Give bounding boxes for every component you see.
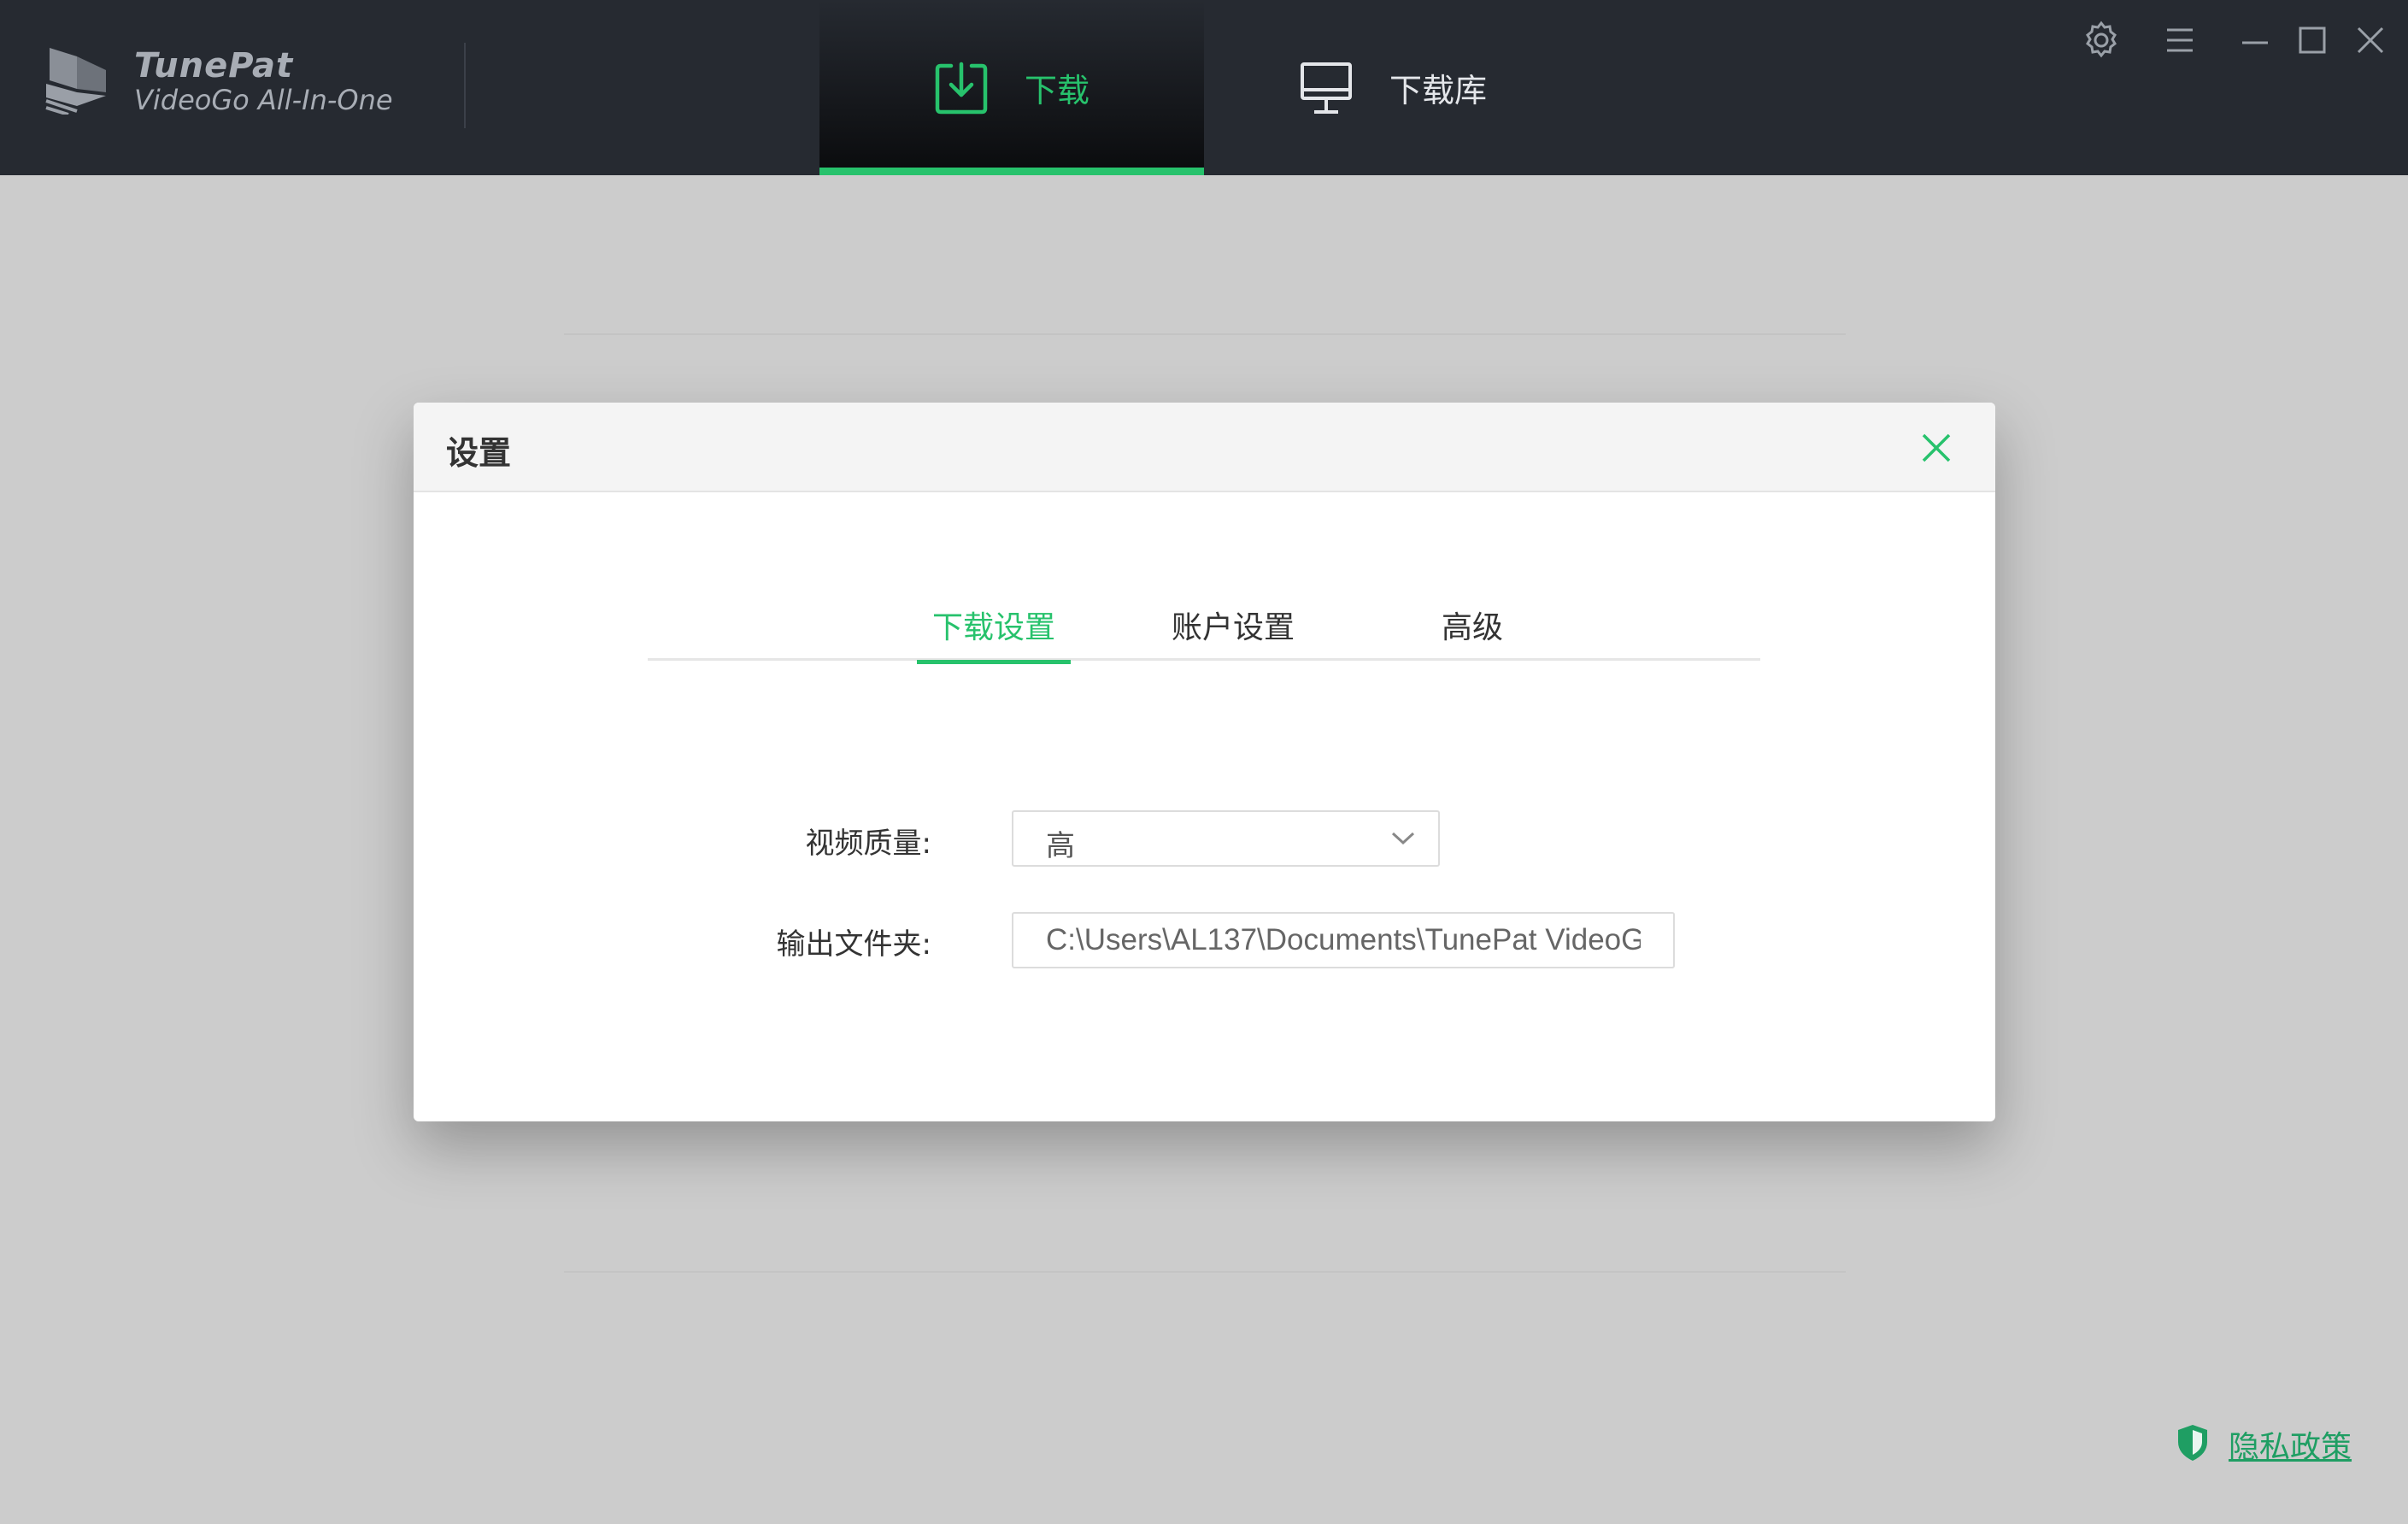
tab-account-settings-label: 账户设置 [1171, 610, 1295, 645]
tab-advanced-label: 高级 [1441, 610, 1503, 645]
output-folder-input[interactable] [1012, 912, 1675, 968]
tab-library[interactable]: 下载库 [1299, 0, 1555, 175]
tab-download[interactable]: 下载 [819, 0, 1204, 175]
tab-advanced[interactable]: 高级 [1395, 603, 1549, 662]
video-quality-label: 视频质量: [805, 827, 931, 861]
video-quality-value: 高 [1046, 829, 1075, 863]
video-quality-select[interactable]: 高 [1012, 810, 1440, 867]
privacy-policy-label: 隐私政策 [2229, 1430, 2352, 1465]
menu-icon[interactable] [2158, 19, 2201, 62]
chevron-down-icon [1390, 829, 1416, 851]
download-icon [934, 61, 989, 115]
brand-divider [464, 43, 466, 128]
tab-download-settings[interactable]: 下载设置 [917, 603, 1071, 664]
tab-download-settings-label: 下载设置 [931, 610, 1055, 645]
output-folder-label: 输出文件夹: [776, 927, 931, 962]
shield-icon [2176, 1423, 2210, 1466]
dialog-header: 设置 [414, 403, 1995, 492]
privacy-policy-link[interactable]: 隐私政策 [2176, 1422, 2352, 1467]
tab-download-label: 下载 [1024, 72, 1089, 109]
settings-dialog: 设置 下载设置 账户设置 高级 视频质量: 高 输出文件夹: [414, 403, 1995, 1121]
title-bar: TunePat VideoGo All-In-One 下载 下载库 [0, 0, 2408, 175]
settings-gear-icon[interactable] [2080, 19, 2123, 62]
minimize-icon[interactable] [2234, 19, 2276, 62]
dialog-close-icon[interactable] [1915, 427, 1958, 469]
app-subtitle: VideoGo All-In-One [134, 84, 393, 116]
app-name: TunePat [134, 46, 294, 85]
maximize-icon[interactable] [2291, 19, 2334, 62]
tunepat-logo-icon [43, 44, 113, 116]
background-divider [564, 1271, 1846, 1273]
dialog-title: 设置 [446, 434, 512, 472]
background-divider [564, 333, 1846, 335]
tab-library-label: 下载库 [1389, 72, 1488, 109]
tab-account-settings[interactable]: 账户设置 [1156, 603, 1310, 662]
monitor-icon [1299, 61, 1354, 115]
settings-tabs: 下载设置 账户设置 高级 [648, 610, 1760, 664]
close-icon[interactable] [2349, 19, 2392, 62]
